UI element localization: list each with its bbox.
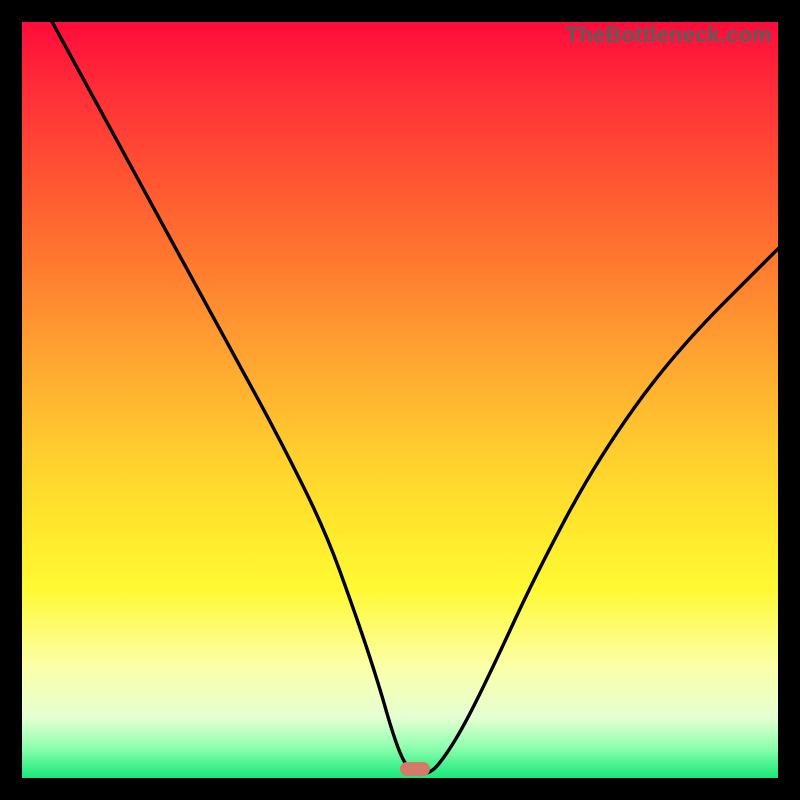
bottleneck-curve bbox=[22, 22, 778, 778]
curve-path bbox=[52, 22, 778, 774]
plot-area: TheBottleneck.com bbox=[22, 22, 778, 778]
optimal-point-marker bbox=[400, 762, 430, 776]
chart-frame: TheBottleneck.com bbox=[0, 0, 800, 800]
watermark-text: TheBottleneck.com bbox=[566, 22, 772, 48]
